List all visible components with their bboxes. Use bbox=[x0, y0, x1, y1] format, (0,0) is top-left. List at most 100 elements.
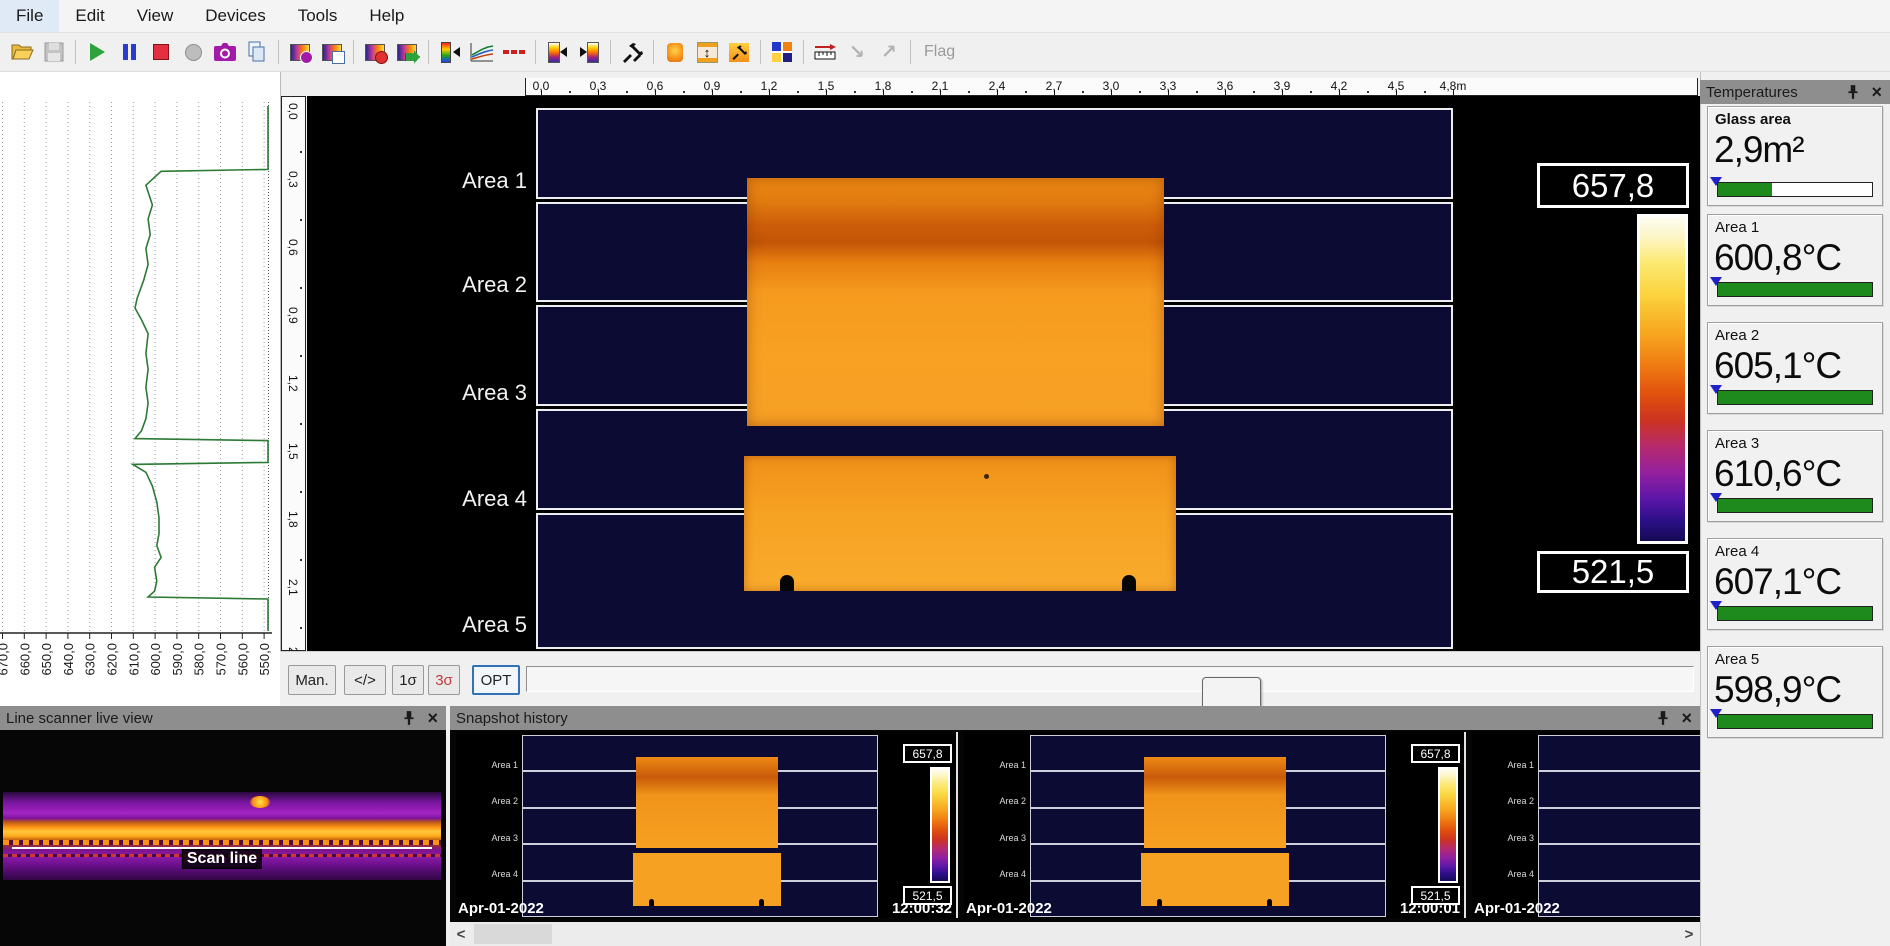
line-scanner-live-view[interactable]: Scan line bbox=[0, 730, 446, 946]
toolbar-separator bbox=[760, 40, 761, 64]
pin-icon[interactable] bbox=[1655, 710, 1671, 726]
vertical-ruler: 0,00,30,60,91,21,51,82,12,6m bbox=[281, 96, 306, 651]
menu-help[interactable]: Help bbox=[353, 0, 420, 32]
pin-icon[interactable] bbox=[401, 710, 417, 726]
temperature-card-area-1[interactable]: Area 1600,8°C bbox=[1707, 214, 1883, 306]
quad-layout-icon[interactable] bbox=[767, 37, 797, 67]
scale-max-value: 657,8 bbox=[1537, 163, 1689, 208]
record-icon[interactable] bbox=[178, 37, 208, 67]
scrollbar-thumb[interactable] bbox=[474, 924, 552, 944]
snapshot-camera-icon[interactable] bbox=[210, 37, 240, 67]
snapshot-time: 12:00:01 bbox=[1400, 900, 1460, 917]
snapshot-scrollbar[interactable]: < > bbox=[450, 922, 1700, 946]
menu-bar: File Edit View Devices Tools Help bbox=[0, 0, 1890, 33]
temperature-card-area-5[interactable]: Area 5598,9°C bbox=[1707, 646, 1883, 738]
snapshot-history-title: Snapshot history bbox=[456, 710, 1655, 727]
snapshot-area-label: Area 4 bbox=[982, 869, 1026, 879]
snapshot-glass-upper bbox=[636, 757, 778, 848]
copy-icon[interactable] bbox=[242, 37, 272, 67]
card-label: Area 2 bbox=[1715, 327, 1759, 344]
toolbar-separator bbox=[353, 40, 354, 64]
svg-text:570,0: 570,0 bbox=[214, 643, 229, 676]
card-label: Area 4 bbox=[1715, 543, 1759, 560]
snapshot-history-header: Snapshot history × bbox=[450, 706, 1700, 730]
open-icon[interactable] bbox=[7, 37, 37, 67]
card-value: 2,9m² bbox=[1714, 129, 1804, 171]
snapshot-colorbar bbox=[1438, 767, 1458, 883]
card-value: 598,9°C bbox=[1714, 669, 1841, 711]
image-forward-icon[interactable] bbox=[392, 37, 422, 67]
tools-icon[interactable] bbox=[617, 37, 647, 67]
menu-tools[interactable]: Tools bbox=[282, 0, 354, 32]
range-in-icon[interactable] bbox=[542, 37, 572, 67]
card-progress-bar bbox=[1717, 282, 1873, 297]
svg-text:600,0: 600,0 bbox=[148, 643, 163, 676]
snapshot-thumbnail[interactable]: Area 1 Area 2 Area 3 Area 4 657,8 521,5 … bbox=[456, 732, 958, 918]
temperature-card-area-4[interactable]: Area 4607,1°C bbox=[1707, 538, 1883, 630]
menu-edit[interactable]: Edit bbox=[59, 0, 120, 32]
card-value: 605,1°C bbox=[1714, 345, 1841, 387]
view-controls-bar: Man. </> 1σ 3σ OPT bbox=[280, 651, 1700, 707]
timeline-slider-track[interactable] bbox=[526, 666, 1694, 692]
start-icon[interactable] bbox=[82, 37, 112, 67]
pan-back-icon[interactable]: ↘ bbox=[842, 37, 872, 67]
svg-text:560,0: 560,0 bbox=[235, 643, 250, 676]
close-icon[interactable]: × bbox=[1871, 84, 1882, 100]
scroll-left-icon[interactable]: < bbox=[450, 922, 472, 946]
area-2-label: Area 2 bbox=[417, 272, 527, 298]
save-icon[interactable] bbox=[39, 37, 69, 67]
area-5-label: Area 5 bbox=[417, 612, 527, 638]
snapshot-area-label: Area 2 bbox=[474, 796, 518, 806]
snapshot-max-value: 657,8 bbox=[903, 744, 952, 763]
profile-curves-icon[interactable] bbox=[467, 37, 497, 67]
card-progress-bar bbox=[1717, 498, 1873, 513]
ruler-tick-label: 2,1 bbox=[286, 579, 300, 596]
card-label: Area 1 bbox=[1715, 219, 1759, 236]
area-tools-icon[interactable] bbox=[724, 37, 754, 67]
pin-icon[interactable] bbox=[1845, 84, 1861, 100]
temperature-card-area-3[interactable]: Area 3610,6°C bbox=[1707, 430, 1883, 522]
menu-view[interactable]: View bbox=[121, 0, 190, 32]
three-sigma-button[interactable]: 3σ bbox=[428, 665, 460, 695]
manual-range-button[interactable]: Man. bbox=[288, 665, 336, 695]
image-save-icon[interactable] bbox=[360, 37, 390, 67]
menu-file[interactable]: File bbox=[0, 0, 59, 32]
ruler-tick-label: 0,9 bbox=[286, 307, 300, 324]
image-snapshot-icon[interactable] bbox=[285, 37, 315, 67]
scroll-right-icon[interactable]: > bbox=[1678, 922, 1700, 946]
temperature-card-area-2[interactable]: Area 2605,1°C bbox=[1707, 322, 1883, 414]
auto-range-icon[interactable]: ↕ bbox=[692, 37, 722, 67]
glass-sheet-hot-zone-lower bbox=[744, 456, 1176, 591]
one-sigma-button[interactable]: 1σ bbox=[392, 665, 424, 695]
isotherm-dashes-icon[interactable] bbox=[499, 37, 529, 67]
close-icon[interactable]: × bbox=[1681, 710, 1692, 726]
measure-distance-icon[interactable] bbox=[810, 37, 840, 67]
close-icon[interactable]: × bbox=[427, 710, 438, 726]
svg-text:610,0: 610,0 bbox=[126, 643, 141, 676]
thermal-image-view[interactable]: Area 1 Area 2 Area 3 Area 4 Area 5 657,8… bbox=[307, 96, 1700, 651]
glass-cold-notch bbox=[1122, 575, 1136, 591]
pan-forward-icon[interactable]: ↗ bbox=[874, 37, 904, 67]
range-step-button[interactable]: </> bbox=[344, 665, 386, 695]
ruler-tick-label: 0,0 bbox=[286, 103, 300, 120]
area-1-label: Area 1 bbox=[417, 168, 527, 194]
snapshot-area-label: Area 1 bbox=[1490, 760, 1534, 770]
snapshot-area-label: Area 3 bbox=[474, 833, 518, 843]
flag-button[interactable]: Flag bbox=[916, 43, 963, 61]
palette-edit-icon[interactable] bbox=[435, 37, 465, 67]
snapshot-thumbnail[interactable]: Area 1 Area 2 Area 3 Area 4 Apr-01-2022 bbox=[1472, 732, 1700, 918]
range-out-icon[interactable] bbox=[574, 37, 604, 67]
snapshot-thumbnail[interactable]: Area 1 Area 2 Area 3 Area 4 657,8 521,5 … bbox=[964, 732, 1466, 918]
toolbar-separator bbox=[910, 40, 911, 64]
temperature-card-glass-area[interactable]: Glass area2,9m² bbox=[1707, 106, 1883, 206]
stop-icon[interactable] bbox=[146, 37, 176, 67]
pause-icon[interactable] bbox=[114, 37, 144, 67]
snapshot-history-strip: Area 1 Area 2 Area 3 Area 4 657,8 521,5 … bbox=[450, 730, 1700, 922]
snapshot-area-label: Area 2 bbox=[1490, 796, 1534, 806]
area-3-label: Area 3 bbox=[417, 380, 527, 406]
emissivity-area-icon[interactable] bbox=[660, 37, 690, 67]
ruler-tick-label: 0,3 bbox=[286, 171, 300, 188]
image-export-icon[interactable] bbox=[317, 37, 347, 67]
opt-range-button[interactable]: OPT bbox=[472, 665, 520, 695]
menu-devices[interactable]: Devices bbox=[189, 0, 281, 32]
